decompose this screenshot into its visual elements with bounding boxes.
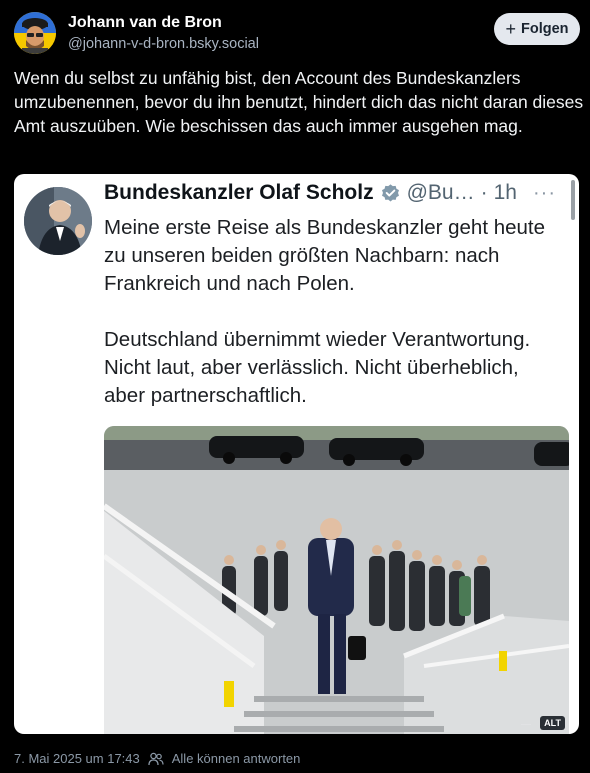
alt-text-badge[interactable]: ALT — [540, 716, 565, 730]
author-name[interactable]: Johann van de Bron — [68, 14, 222, 32]
author-avatar-image — [14, 12, 56, 54]
post-timestamp[interactable]: 7. Mai 2025 um 17:43 — [14, 751, 140, 766]
follow-button[interactable]: + Folgen — [494, 13, 580, 45]
plus-icon: + — [505, 19, 516, 39]
embed-photo: ····· ALT — [104, 426, 569, 734]
verified-badge-icon — [381, 183, 399, 201]
embed-scrollbar — [571, 180, 575, 220]
post-text: Wenn du selbst zu unfähig bist, den Acco… — [14, 68, 584, 136]
photo-watermark: ····· — [521, 722, 531, 728]
follow-button-label: Folgen — [520, 21, 569, 37]
reply-setting-label[interactable]: Alle können antworten — [172, 751, 301, 766]
author-handle[interactable]: @johann-v-d-bron.bsky.social — [68, 36, 259, 52]
more-options-icon: ··· — [533, 182, 556, 204]
author-avatar[interactable] — [14, 12, 56, 54]
embed-header: Bundeskanzler Olaf Scholz @Bu… · 1h — [104, 181, 517, 205]
embed-author-avatar — [24, 187, 92, 255]
embed-paragraph-1: Meine erste Reise als Bundeskanzler geht… — [104, 216, 546, 295]
post-footer: 7. Mai 2025 um 17:43 Alle können antwort… — [14, 751, 300, 766]
embed-post-text: Meine erste Reise als Bundeskanzler geht… — [104, 214, 564, 410]
embed-timestamp: 1h — [493, 181, 517, 204]
embed-paragraph-2: Deutschland übernimmt wieder Verantwortu… — [104, 328, 531, 407]
embedded-post-image[interactable]: Bundeskanzler Olaf Scholz @Bu… · 1h ··· … — [14, 174, 579, 734]
embed-author-name: Bundeskanzler Olaf Scholz — [104, 181, 374, 204]
embed-separator: · — [480, 181, 488, 204]
people-icon — [148, 752, 164, 765]
embed-author-handle: @Bu… — [406, 181, 475, 204]
